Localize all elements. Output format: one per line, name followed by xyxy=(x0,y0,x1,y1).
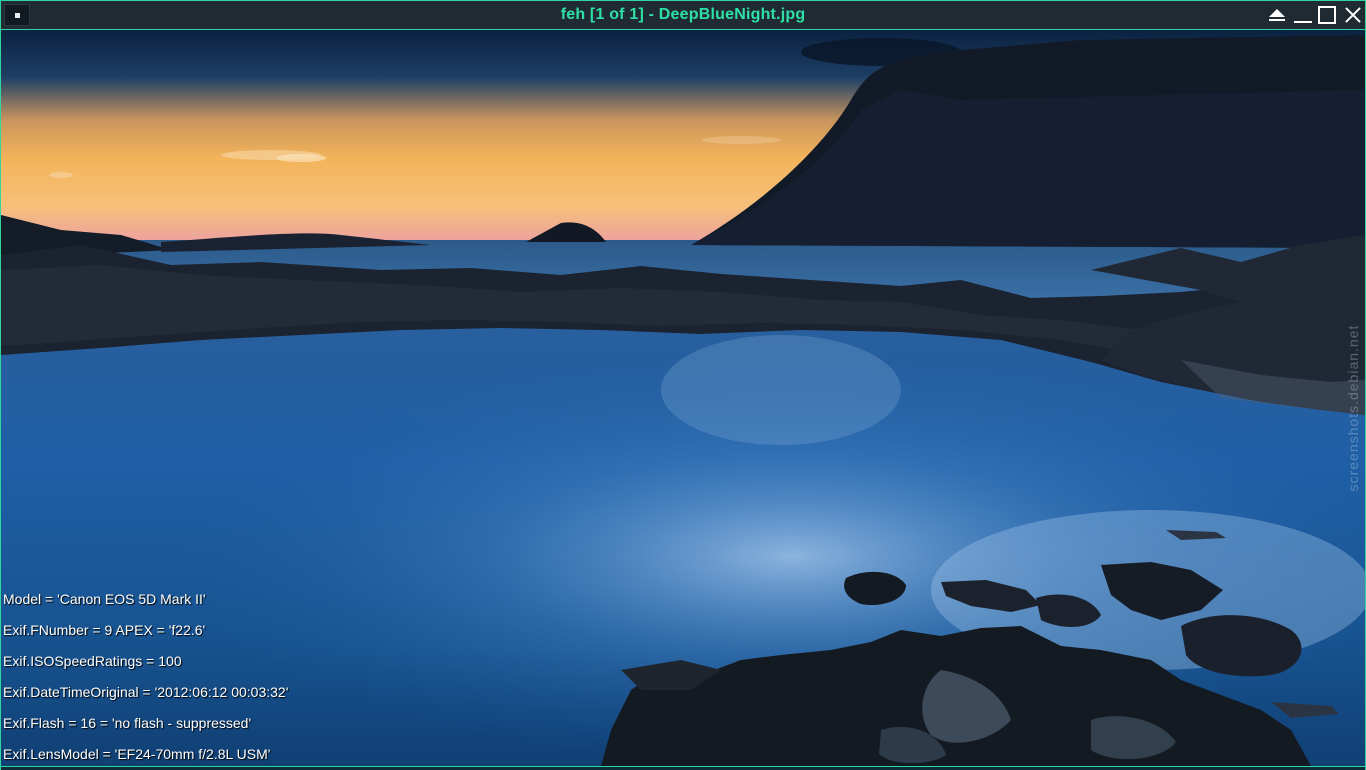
exif-datetime: Exif.DateTimeOriginal = '2012:06:12 00:0… xyxy=(3,684,289,700)
always-on-top-icon xyxy=(1269,9,1285,17)
exif-info-overlay: Model = 'Canon EOS 5D Mark II' Exif.FNum… xyxy=(3,590,288,766)
exif-flash: Exif.Flash = 16 = 'no flash - suppressed… xyxy=(3,715,252,731)
title-bar[interactable]: feh [1 of 1] - DeepBlueNight.jpg xyxy=(1,1,1365,30)
image-viewport[interactable]: screenshots.debian.net Model = 'Canon EO… xyxy=(1,30,1365,766)
window-bottom-border xyxy=(1,766,1365,770)
exif-lens: Exif.LensModel = 'EF24-70mm f/2.8L USM' xyxy=(3,746,271,762)
feh-window: feh [1 of 1] - DeepBlueNight.jpg screens… xyxy=(0,0,1366,770)
minimize-icon xyxy=(1294,21,1312,23)
exif-fnumber: Exif.FNumber = 9 APEX = 'f22.6' xyxy=(3,622,206,638)
close-button[interactable] xyxy=(1343,5,1363,25)
maximize-icon xyxy=(1318,6,1336,24)
minimize-button[interactable] xyxy=(1293,5,1313,25)
maximize-button[interactable] xyxy=(1318,5,1338,25)
always-on-top-button[interactable] xyxy=(1267,5,1287,25)
exif-iso: Exif.ISOSpeedRatings = 100 xyxy=(3,653,182,669)
exif-model: Model = 'Canon EOS 5D Mark II' xyxy=(3,591,206,607)
window-title: feh [1 of 1] - DeepBlueNight.jpg xyxy=(560,6,806,23)
watermark: screenshots.debian.net xyxy=(1345,324,1361,492)
